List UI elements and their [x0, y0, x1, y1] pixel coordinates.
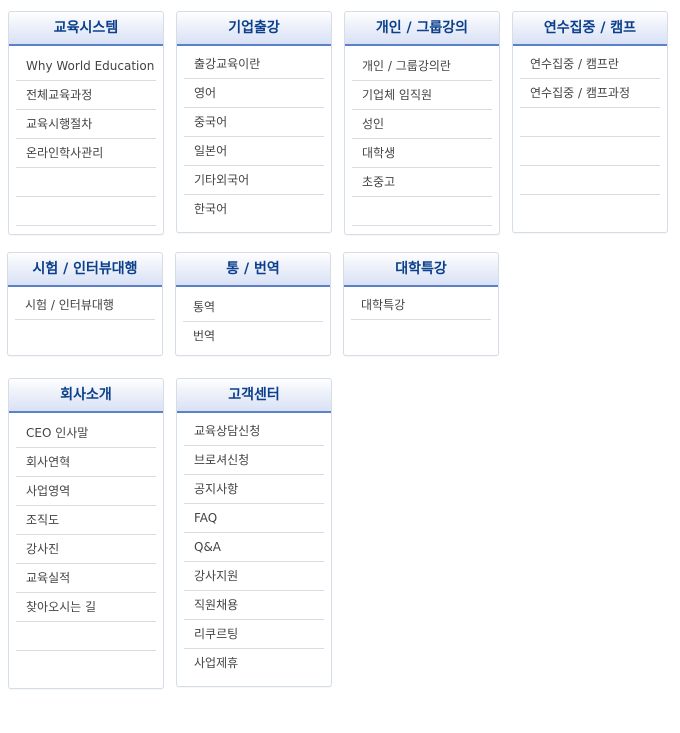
menu-item[interactable]: Q&A — [184, 533, 324, 562]
menu-spacer — [520, 108, 660, 137]
menu-spacer — [520, 195, 660, 224]
menu-item[interactable]: 온라인학사관리 — [16, 139, 156, 168]
menu-item[interactable]: 성인 — [352, 110, 492, 139]
menu-item[interactable]: 공지사항 — [184, 475, 324, 504]
menu-item[interactable]: 강사진 — [16, 535, 156, 564]
menu-item[interactable]: 회사연혁 — [16, 448, 156, 477]
menu-spacer — [520, 137, 660, 166]
menu-box-translation: 통 / 번역 통역 번역 — [175, 252, 331, 356]
menu-spacer — [16, 168, 156, 197]
menu-item[interactable]: 교육상담신청 — [184, 417, 324, 446]
menu-spacer — [16, 197, 156, 226]
menu-title[interactable]: 고객센터 — [177, 379, 331, 413]
menu-item[interactable]: Why World Education — [16, 52, 156, 81]
menu-item[interactable]: 브로셔신청 — [184, 446, 324, 475]
menu-spacer — [16, 651, 156, 680]
menu-item[interactable]: 리쿠르팅 — [184, 620, 324, 649]
menu-item[interactable]: 일본어 — [184, 137, 324, 166]
menu-item[interactable]: 기타외국어 — [184, 166, 324, 195]
menu-title[interactable]: 대학특강 — [344, 253, 498, 287]
menu-title[interactable]: 기업출강 — [177, 12, 331, 46]
menu-title[interactable]: 시험 / 인터뷰대행 — [8, 253, 162, 287]
menu-item[interactable]: FAQ — [184, 504, 324, 533]
menu-item[interactable]: CEO 인사말 — [16, 419, 156, 448]
menu-title[interactable]: 교육시스템 — [9, 12, 163, 46]
menu-item[interactable]: 강사지원 — [184, 562, 324, 591]
menu-box-university-lecture: 대학특강 대학특강 — [343, 252, 499, 356]
menu-item[interactable]: 연수집중 / 캠프란 — [520, 50, 660, 79]
menu-spacer — [15, 320, 155, 349]
menu-item[interactable]: 교육시행절차 — [16, 110, 156, 139]
menu-item[interactable]: 사업제휴 — [184, 649, 324, 678]
menu-item[interactable]: 한국어 — [184, 195, 324, 224]
menu-title[interactable]: 통 / 번역 — [176, 253, 330, 287]
menu-box-intensive-camp: 연수집중 / 캠프 연수집중 / 캠프란 연수집중 / 캠프과정 — [512, 11, 668, 233]
menu-item[interactable]: 대학특강 — [351, 291, 491, 320]
menu-box-customer-center: 고객센터 교육상담신청 브로셔신청 공지사항 FAQ Q&A 강사지원 직원채용… — [176, 378, 332, 687]
menu-item[interactable]: 개인 / 그룹강의란 — [352, 52, 492, 81]
menu-spacer — [352, 197, 492, 226]
menu-item[interactable]: 연수집중 / 캠프과정 — [520, 79, 660, 108]
menu-title[interactable]: 회사소개 — [9, 379, 163, 413]
menu-item[interactable]: 통역 — [183, 293, 323, 322]
menu-box-individual-group: 개인 / 그룹강의 개인 / 그룹강의란 기업체 임직원 성인 대학생 초중고 — [344, 11, 500, 235]
menu-spacer — [520, 166, 660, 195]
menu-title[interactable]: 연수집중 / 캠프 — [513, 12, 667, 46]
menu-box-exam-interview: 시험 / 인터뷰대행 시험 / 인터뷰대행 — [7, 252, 163, 356]
menu-item[interactable]: 찾아오시는 길 — [16, 593, 156, 622]
menu-box-corporate-lecture: 기업출강 출강교육이란 영어 중국어 일본어 기타외국어 한국어 — [176, 11, 332, 233]
menu-item[interactable]: 시험 / 인터뷰대행 — [15, 291, 155, 320]
menu-box-company-intro: 회사소개 CEO 인사말 회사연혁 사업영역 조직도 강사진 교육실적 찾아오시… — [8, 378, 164, 689]
menu-item[interactable]: 영어 — [184, 79, 324, 108]
menu-item[interactable]: 초중고 — [352, 168, 492, 197]
menu-item[interactable]: 사업영역 — [16, 477, 156, 506]
menu-item[interactable]: 교육실적 — [16, 564, 156, 593]
menu-item[interactable]: 조직도 — [16, 506, 156, 535]
menu-item[interactable]: 직원채용 — [184, 591, 324, 620]
menu-item[interactable]: 중국어 — [184, 108, 324, 137]
menu-item[interactable]: 기업체 임직원 — [352, 81, 492, 110]
menu-title[interactable]: 개인 / 그룹강의 — [345, 12, 499, 46]
menu-item[interactable]: 대학생 — [352, 139, 492, 168]
menu-item[interactable]: 출강교육이란 — [184, 50, 324, 79]
menu-box-education-system: 교육시스템 Why World Education 전체교육과정 교육시행절차 … — [8, 11, 164, 235]
menu-item[interactable]: 전체교육과정 — [16, 81, 156, 110]
menu-spacer — [351, 320, 491, 349]
menu-item[interactable]: 번역 — [183, 322, 323, 351]
menu-spacer — [16, 622, 156, 651]
